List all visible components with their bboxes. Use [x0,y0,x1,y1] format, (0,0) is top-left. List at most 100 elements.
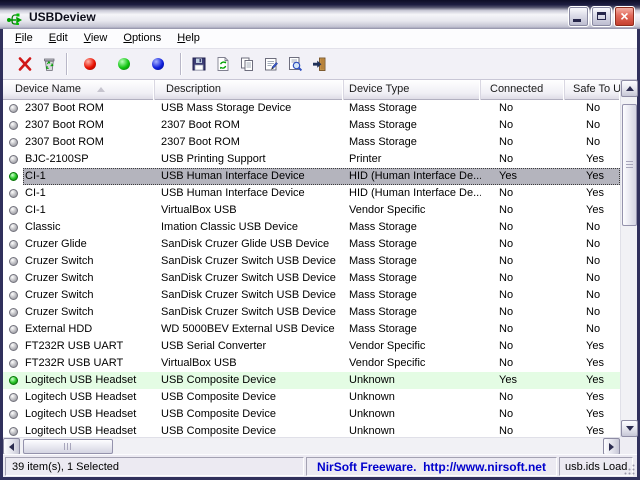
column-header-connected[interactable]: Connected [481,80,565,100]
device-status-ball-icon [3,304,23,321]
cell-device-type: Unknown [344,389,481,406]
minimize-button[interactable] [568,6,589,27]
arrow-right-icon [609,443,614,451]
device-status-ball-icon [3,338,23,355]
table-row[interactable]: Cruzer Switch SanDisk Cruzer Switch USB … [3,270,620,287]
cell-safe-to-unplug: No [565,236,620,253]
device-status-ball-icon [3,423,23,437]
table-row[interactable]: 2307 Boot ROM USB Mass Storage Device Ma… [3,100,620,117]
table-row[interactable]: 2307 Boot ROM 2307 Boot ROM Mass Storage… [3,117,620,134]
disconnect-device-button[interactable] [37,52,61,76]
table-row[interactable]: Logitech USB Headset USB Composite Devic… [3,406,620,423]
scroll-up-button[interactable] [621,80,638,97]
cell-safe-to-unplug: Yes [565,372,620,389]
cell-safe-to-unplug: No [565,321,620,338]
cell-connected: Yes [481,372,565,389]
table-row[interactable]: External HDD WD 5000BEV External USB Dev… [3,321,620,338]
horizontal-scrollbar[interactable] [3,437,620,454]
cell-device-type: Mass Storage [344,134,481,151]
red-ball-icon [84,58,96,70]
blue-ball-button[interactable] [146,52,170,76]
menu-item-file[interactable]: File [7,30,41,47]
table-row[interactable]: BJC-2100SP USB Printing Support Printer … [3,151,620,168]
cell-description: SanDisk Cruzer Switch USB Device [155,287,344,304]
table-row[interactable]: FT232R USB UART VirtualBox USB Vendor Sp… [3,355,620,372]
column-header-device-type[interactable]: Device Type [344,80,481,100]
find-button[interactable] [283,52,307,76]
close-button[interactable]: × [614,6,635,27]
green-ball-icon [118,58,130,70]
green-ball-button[interactable] [112,52,136,76]
maximize-button[interactable] [591,6,612,27]
device-status-ball-icon [3,372,23,389]
menu-item-edit[interactable]: Edit [41,30,76,47]
horizontal-scroll-thumb[interactable] [23,439,113,454]
table-row[interactable]: CI-1 USB Human Interface Device HID (Hum… [3,168,620,185]
table-row[interactable]: Logitech USB Headset USB Composite Devic… [3,389,620,406]
menu-item-view[interactable]: View [76,30,116,47]
cell-connected: No [481,134,565,151]
title-bar[interactable]: USBDeview × [0,0,640,29]
copy-icon [239,56,255,72]
cell-device-name: CI-1 [23,202,155,219]
scroll-left-button[interactable] [3,438,20,455]
thumb-grip [626,161,633,170]
cell-device-type: Mass Storage [344,321,481,338]
cell-connected: No [481,355,565,372]
cell-device-type: Unknown [344,406,481,423]
cell-description: 2307 Boot ROM [155,134,344,151]
cell-description: Imation Classic USB Device [155,219,344,236]
vertical-scrollbar[interactable] [620,80,637,437]
red-ball-button[interactable] [78,52,102,76]
cell-device-type: HID (Human Interface De... [344,185,481,202]
resize-grip-icon[interactable] [623,463,636,476]
device-status-ball-icon [3,185,23,202]
thumb-grip [64,443,73,450]
cell-connected: No [481,423,565,437]
properties-button[interactable] [259,52,283,76]
cell-device-type: Vendor Specific [344,355,481,372]
device-status-ball-icon [3,389,23,406]
scroll-right-button[interactable] [603,438,620,455]
table-row[interactable]: Cruzer Switch SanDisk Cruzer Switch USB … [3,253,620,270]
exit-button[interactable] [307,52,331,76]
cell-description: SanDisk Cruzer Switch USB Device [155,253,344,270]
table-row[interactable]: Cruzer Switch SanDisk Cruzer Switch USB … [3,304,620,321]
cell-device-type: Unknown [344,372,481,389]
table-row[interactable]: Classic Imation Classic USB Device Mass … [3,219,620,236]
copy-button[interactable] [235,52,259,76]
vertical-scroll-thumb[interactable] [622,104,637,226]
table-row[interactable]: CI-1 USB Human Interface Device HID (Hum… [3,185,620,202]
cell-device-name: Cruzer Switch [23,270,155,287]
table-row[interactable]: 2307 Boot ROM 2307 Boot ROM Mass Storage… [3,134,620,151]
cell-description: USB Mass Storage Device [155,100,344,117]
floppy-save-icon [191,56,207,72]
refresh-button[interactable] [211,52,235,76]
table-row[interactable]: CI-1 VirtualBox USB Vendor Specific No Y… [3,202,620,219]
table-row[interactable]: Logitech USB Headset USB Composite Devic… [3,372,620,389]
uninstall-device-button[interactable] [13,52,37,76]
cell-description: WD 5000BEV External USB Device [155,321,344,338]
cell-description: USB Serial Converter [155,338,344,355]
cell-description: VirtualBox USB [155,355,344,372]
menu-item-options[interactable]: Options [115,30,169,47]
menu-item-help[interactable]: Help [169,30,208,47]
table-row[interactable]: FT232R USB UART USB Serial Converter Ven… [3,338,620,355]
scroll-down-button[interactable] [621,420,638,437]
cell-safe-to-unplug: Yes [565,168,620,185]
cell-connected: No [481,287,565,304]
device-status-ball-icon [3,355,23,372]
save-report-button[interactable] [187,52,211,76]
sort-asc-icon [97,87,105,92]
table-row[interactable]: Logitech USB Headset USB Composite Devic… [3,423,620,437]
scrollbar-corner [620,437,637,454]
column-header-safe-to-unplug[interactable]: Safe To Unplug [565,80,620,100]
refresh-icon [215,56,231,72]
cell-description: SanDisk Cruzer Glide USB Device [155,236,344,253]
column-header-device-name[interactable]: Device Name [3,80,155,100]
column-header-description[interactable]: Description [155,80,344,100]
table-row[interactable]: Cruzer Glide SanDisk Cruzer Glide USB De… [3,236,620,253]
cell-connected: No [481,338,565,355]
nirsoft-link[interactable]: NirSoft Freeware. http://www.nirsoft.net [317,460,546,474]
table-row[interactable]: Cruzer Switch SanDisk Cruzer Switch USB … [3,287,620,304]
